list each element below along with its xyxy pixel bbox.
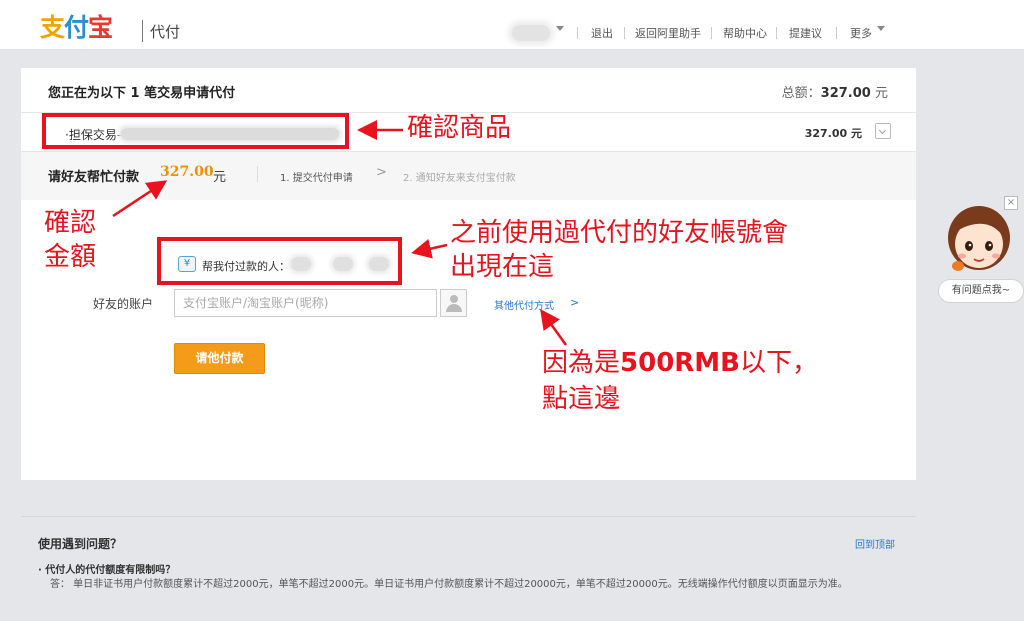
- arrow-to-amount: [112, 180, 168, 218]
- arrow-to-payers: [411, 238, 448, 259]
- back-to-top-link[interactable]: 回到顶部: [855, 536, 895, 551]
- help-assistant-avatar[interactable]: [946, 204, 1012, 274]
- annotation-confirm-amount-line2: 金額: [44, 242, 97, 272]
- arrow-to-other-methods: [540, 308, 568, 346]
- annotation-under-500: 因為是500RMB以下，: [542, 348, 819, 378]
- faq-question: · 代付人的代付额度有限制吗？: [38, 565, 176, 576]
- annotation-previous-payers-line2: 出現在這: [450, 252, 555, 282]
- help-bubble[interactable]: 有问题点我~: [938, 279, 1024, 303]
- footer-divider: [21, 516, 916, 517]
- annotation-arrows: [112, 120, 568, 346]
- annotation-click-here: 點這邊: [542, 384, 621, 414]
- faq-answer: 答： 单日非证书用户付款额度累计不超过2000元，单笔不超过2000元。单日证书…: [50, 579, 848, 590]
- annotation-confirm-item: 確認商品: [407, 113, 512, 143]
- annotation-confirm-amount-line1: 確認: [44, 208, 97, 238]
- footer-title: 使用遇到问题？: [38, 537, 123, 551]
- annotation-previous-payers-line1: 之前使用過代付的好友帳號會: [450, 218, 789, 248]
